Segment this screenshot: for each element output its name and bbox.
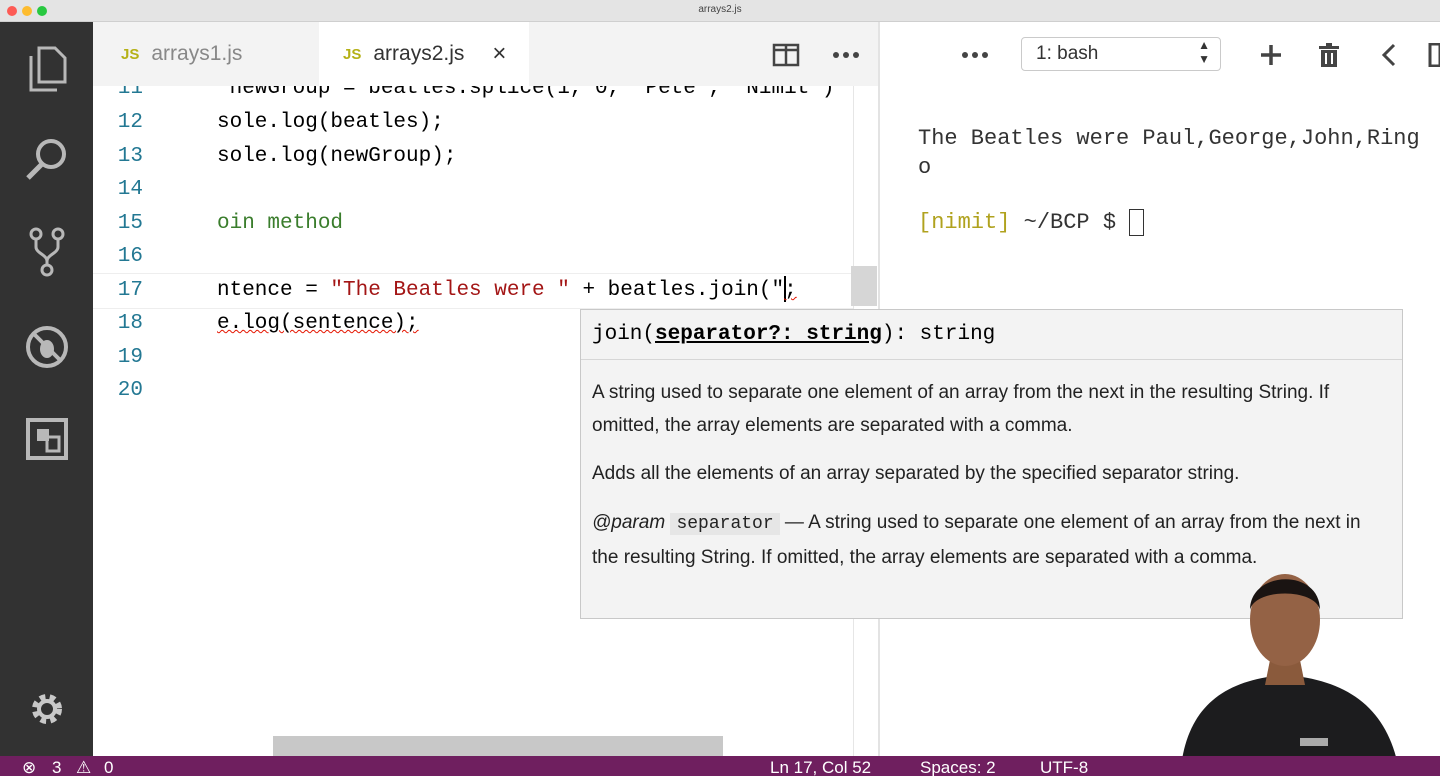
code-token: + beatles.join(" (569, 279, 785, 302)
line-number: 15 (117, 212, 143, 235)
split-editor-icon[interactable] (771, 40, 801, 70)
prompt-path: ~/BCP $ (1010, 210, 1130, 235)
code-line: 16 (93, 240, 853, 274)
terminal-selector-value: 1: bash (1036, 43, 1099, 64)
terminal-prompt: [nimit] ~/BCP $ (918, 208, 1145, 237)
maximize-panel-icon[interactable] (1428, 40, 1440, 70)
line-number: 14 (117, 178, 143, 201)
tab-arrays1[interactable]: JS arrays1.js (93, 22, 318, 86)
signature-start: join( (592, 323, 656, 346)
warning-icon[interactable]: ⚠ (76, 758, 91, 776)
tab-label: arrays1.js (151, 42, 243, 65)
code-line: 11 newGroup = beatles.splice(1, 0, "Pete… (93, 86, 853, 106)
terminal-output: The Beatles were Paul,George,John,Ringo (918, 126, 1420, 180)
signature: join(separator?: string): string (581, 310, 1402, 360)
chevron-updown-icon: ▲ ▼ (1198, 38, 1210, 66)
indentation-setting[interactable]: Spaces: 2 (920, 758, 996, 776)
cursor-position[interactable]: Ln 17, Col 52 (770, 758, 871, 776)
terminal-cursor (1129, 208, 1145, 236)
line-number: 16 (117, 245, 143, 268)
js-file-icon: JS (343, 45, 362, 63)
editor-tab-bar: JS arrays1.js JS arrays2.js × (93, 22, 878, 86)
more-actions-icon[interactable] (831, 40, 861, 70)
line-number: 18 (117, 312, 143, 335)
code-line: 14 (93, 173, 853, 207)
debug-icon[interactable] (22, 322, 72, 372)
line-number: 20 (117, 379, 143, 402)
terminal-selector[interactable]: 1: bash ▲ ▼ (1021, 37, 1221, 71)
file-encoding[interactable]: UTF-8 (1040, 758, 1088, 776)
line-number: 12 (117, 111, 143, 134)
line-code: newGroup = beatles.splice(1, 0, "Pete", … (217, 86, 835, 100)
tab-arrays2[interactable]: JS arrays2.js × (319, 22, 529, 86)
signature-end: ): string (881, 323, 996, 346)
trash-icon[interactable] (1314, 40, 1344, 70)
code-line: 15 oin method (93, 207, 853, 241)
terminal-toolbar: 1: bash ▲ ▼ (880, 22, 1440, 86)
line-code: e.log(sentence); (217, 312, 419, 335)
chevron-left-icon[interactable] (1374, 40, 1404, 70)
line-number: 19 (117, 346, 143, 369)
active-parameter: separator?: string (655, 323, 882, 346)
search-icon[interactable] (22, 134, 72, 184)
settings-gear-icon[interactable] (22, 684, 72, 734)
tab-label: arrays2.js (373, 42, 465, 65)
new-terminal-icon[interactable] (1256, 40, 1286, 70)
param-tag: @param (592, 512, 666, 533)
code-token: ; (784, 279, 797, 302)
prompt-user: [nimit] (918, 210, 1011, 235)
title-bar: arrays2.js (0, 0, 1440, 22)
window-title: arrays2.js (698, 4, 742, 15)
line-code: ntence = "The Beatles were " + beatles.j… (217, 274, 797, 308)
line-code: sole.log(beatles); (217, 111, 444, 134)
close-tab-icon[interactable]: × (492, 40, 506, 68)
source-control-icon[interactable] (22, 227, 72, 277)
line-number: 13 (117, 145, 143, 168)
code-token: ntence = (217, 279, 331, 302)
error-icon[interactable]: ⊗ (22, 758, 36, 776)
horizontal-scrollbar[interactable] (273, 736, 723, 756)
status-bar: ⊗ 3 ⚠ 0 Ln 17, Col 52 Spaces: 2 UTF-8 (0, 756, 1440, 776)
warning-count[interactable]: 0 (104, 758, 113, 776)
line-number: 11 (117, 86, 143, 100)
string-literal: "The Beatles were " (330, 279, 570, 302)
line-number: 17 (117, 279, 143, 302)
code-line: 13 sole.log(newGroup); (93, 140, 853, 174)
parameter-doc: A string used to separate one element of… (592, 382, 1330, 436)
line-code: sole.log(newGroup); (217, 145, 457, 168)
js-file-icon: JS (121, 45, 140, 63)
activity-bar (0, 22, 93, 756)
explorer-icon[interactable] (22, 44, 72, 94)
extensions-icon[interactable] (22, 414, 72, 464)
param-name: separator (670, 513, 780, 535)
more-actions-icon[interactable] (960, 40, 990, 70)
presenter-webcam-overlay (1150, 560, 1420, 776)
line-comment: oin method (217, 212, 344, 235)
code-line: 12 sole.log(beatles); (93, 106, 853, 140)
method-doc: Adds all the elements of an array separa… (592, 463, 1240, 484)
error-count[interactable]: 3 (52, 758, 61, 776)
vertical-scrollbar[interactable] (851, 266, 877, 306)
current-code-line: 17 ntence = "The Beatles were " + beatle… (93, 273, 853, 309)
